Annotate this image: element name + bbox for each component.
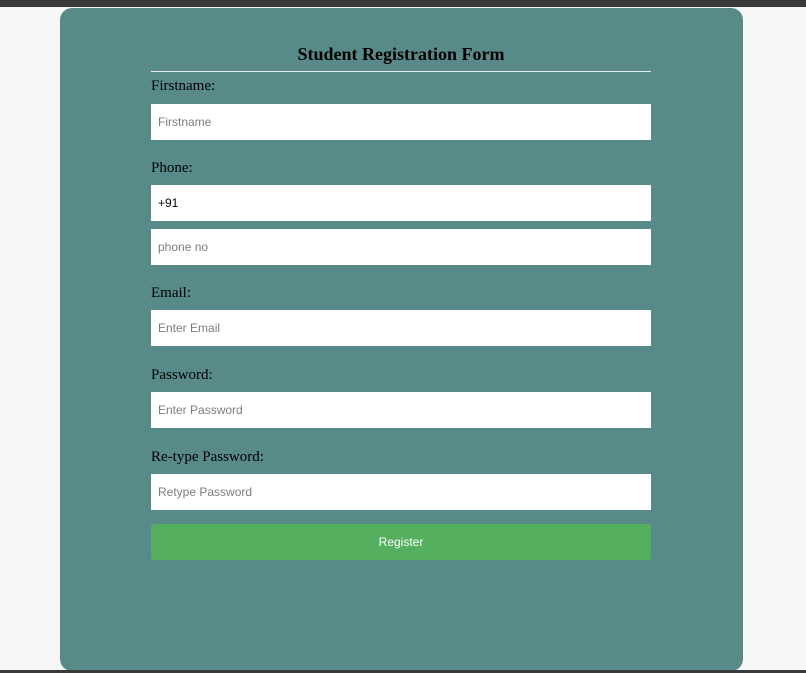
firstname-placeholder: Firstname bbox=[158, 115, 212, 129]
email-input[interactable]: Enter Email bbox=[151, 310, 651, 346]
form-title: Student Registration Form bbox=[297, 44, 505, 64]
password-label: Password: bbox=[151, 367, 213, 383]
email-label: Email: bbox=[151, 285, 191, 301]
retype-password-placeholder: Retype Password bbox=[158, 485, 253, 499]
phone-input[interactable]: phone no bbox=[151, 229, 651, 265]
password-placeholder: Enter Password bbox=[158, 403, 243, 417]
country-code-value: +91 bbox=[158, 196, 179, 210]
firstname-input[interactable]: Firstname bbox=[151, 104, 651, 140]
registration-card: Student Registration Form Firstname: Fir… bbox=[60, 8, 743, 671]
phone-placeholder: phone no bbox=[158, 240, 209, 254]
country-code-input[interactable]: +91 bbox=[151, 185, 651, 221]
phone-label: Phone: bbox=[151, 160, 193, 176]
email-placeholder: Enter Email bbox=[158, 321, 221, 335]
password-input[interactable]: Enter Password bbox=[151, 392, 651, 428]
firstname-label: Firstname: bbox=[151, 78, 216, 94]
browser-top-bar bbox=[0, 0, 806, 7]
title-divider bbox=[151, 71, 651, 72]
retype-password-label: Re-type Password: bbox=[151, 449, 264, 465]
retype-password-input[interactable]: Retype Password bbox=[151, 474, 651, 510]
register-button[interactable]: Register bbox=[151, 524, 651, 560]
